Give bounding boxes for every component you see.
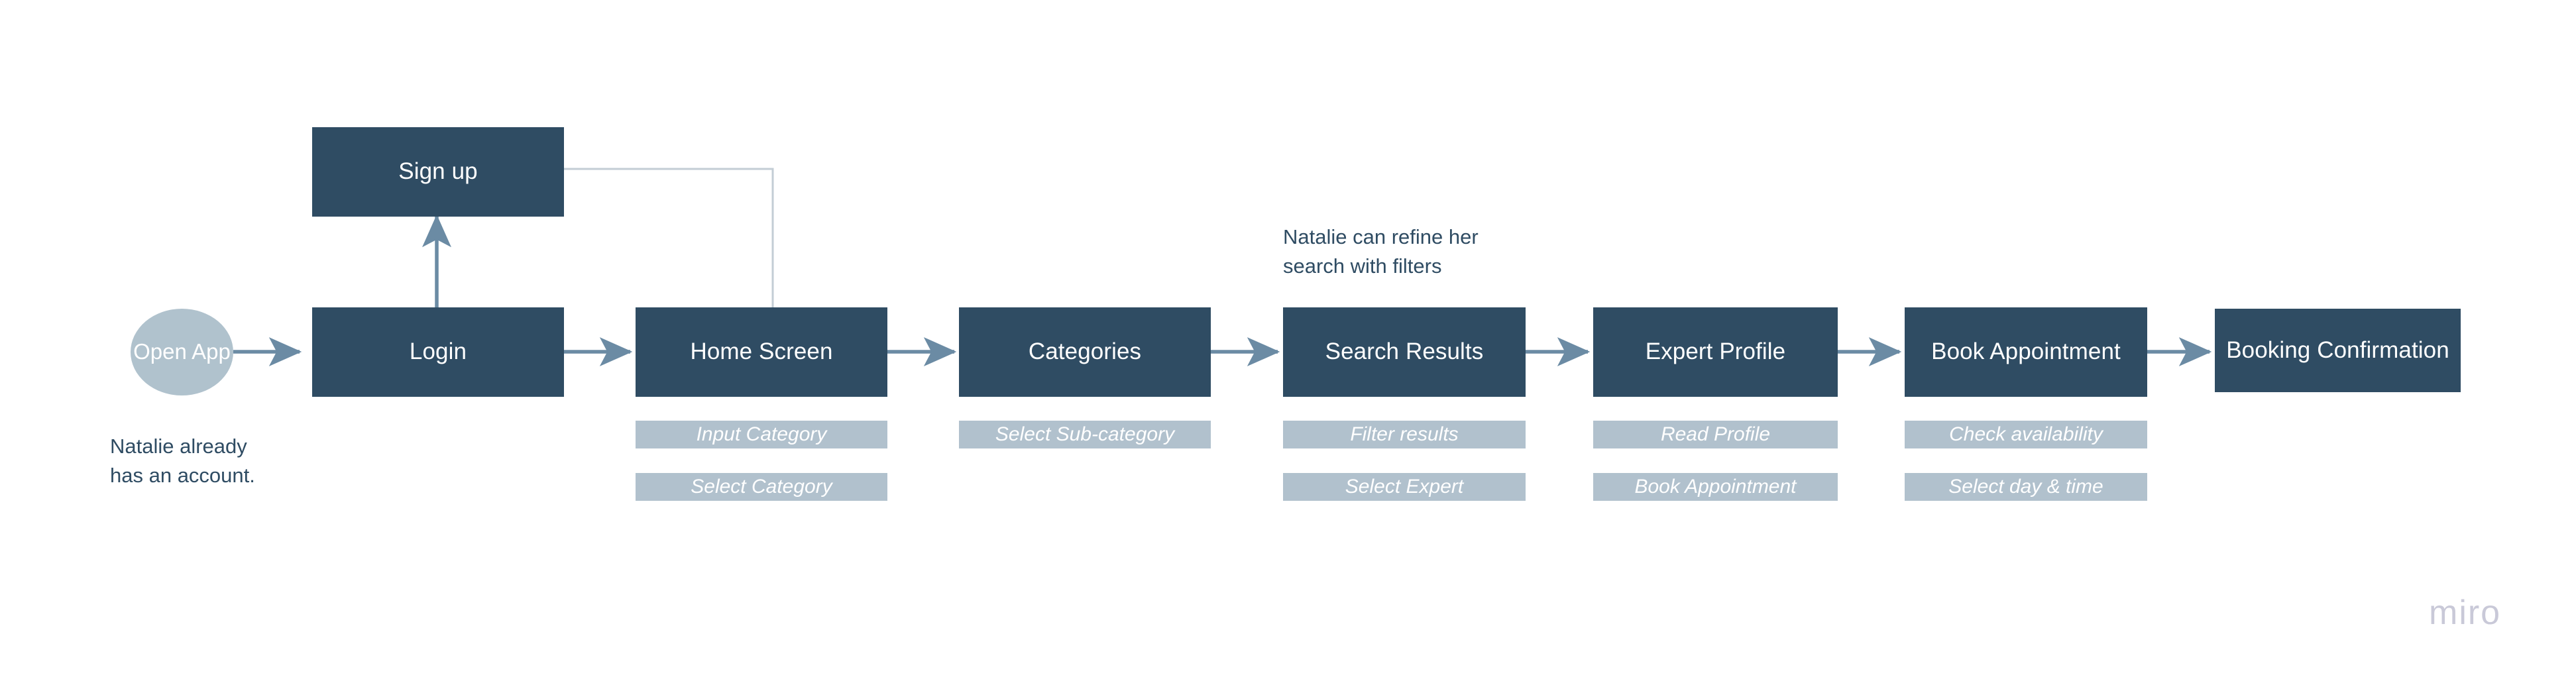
node-login-label: Login [409,339,467,365]
chip-select-category[interactable]: Select Category [636,473,887,501]
chip-select-subcategory[interactable]: Select Sub-category [959,421,1211,448]
chip-check-availability-label: Check availability [1949,423,2103,445]
flow-diagram-canvas: Open App Sign up Login Home Screen Categ… [0,0,2576,681]
chip-select-expert-label: Select Expert [1345,476,1464,498]
start-node-open-app[interactable]: Open App [131,309,233,395]
node-search-results-label: Search Results [1325,339,1484,365]
start-node-label: Open App [133,339,231,364]
node-booking-confirmation[interactable]: Booking Confirmation [2215,309,2461,392]
node-categories[interactable]: Categories [959,307,1211,397]
chip-filter-results-label: Filter results [1350,423,1459,445]
node-book-appointment[interactable]: Book Appointment [1905,307,2147,397]
node-expert-profile-label: Expert Profile [1645,339,1786,365]
node-search-results[interactable]: Search Results [1283,307,1526,397]
node-home-screen-label: Home Screen [690,339,833,365]
chip-input-category[interactable]: Input Category [636,421,887,448]
chip-read-profile[interactable]: Read Profile [1593,421,1838,448]
node-expert-profile[interactable]: Expert Profile [1593,307,1838,397]
node-booking-confirmation-label: Booking Confirmation [2226,337,2449,363]
node-book-appointment-label: Book Appointment [1931,339,2121,365]
chip-read-profile-label: Read Profile [1660,423,1771,445]
chip-check-availability[interactable]: Check availability [1905,421,2147,448]
chip-select-subcategory-label: Select Sub-category [995,423,1175,445]
note-account: Natalie already has an account. [110,435,255,488]
chip-book-appointment[interactable]: Book Appointment [1593,473,1838,501]
chip-select-category-label: Select Category [691,476,832,498]
node-login[interactable]: Login [312,307,564,397]
chip-book-appointment-label: Book Appointment [1634,476,1797,498]
chip-select-expert[interactable]: Select Expert [1283,473,1526,501]
miro-watermark: miro [2429,594,2502,632]
chip-select-day-time-label: Select day & time [1948,476,2103,498]
note-filter: Natalie can refine her search with filte… [1283,225,1479,278]
node-sign-up[interactable]: Sign up [312,127,564,217]
chip-input-category-label: Input Category [696,423,827,445]
connector-signup-to-home [564,168,774,317]
chip-select-day-time[interactable]: Select day & time [1905,473,2147,501]
node-categories-label: Categories [1028,339,1142,365]
node-sign-up-label: Sign up [398,158,478,185]
node-home-screen[interactable]: Home Screen [636,307,887,397]
chip-filter-results[interactable]: Filter results [1283,421,1526,448]
